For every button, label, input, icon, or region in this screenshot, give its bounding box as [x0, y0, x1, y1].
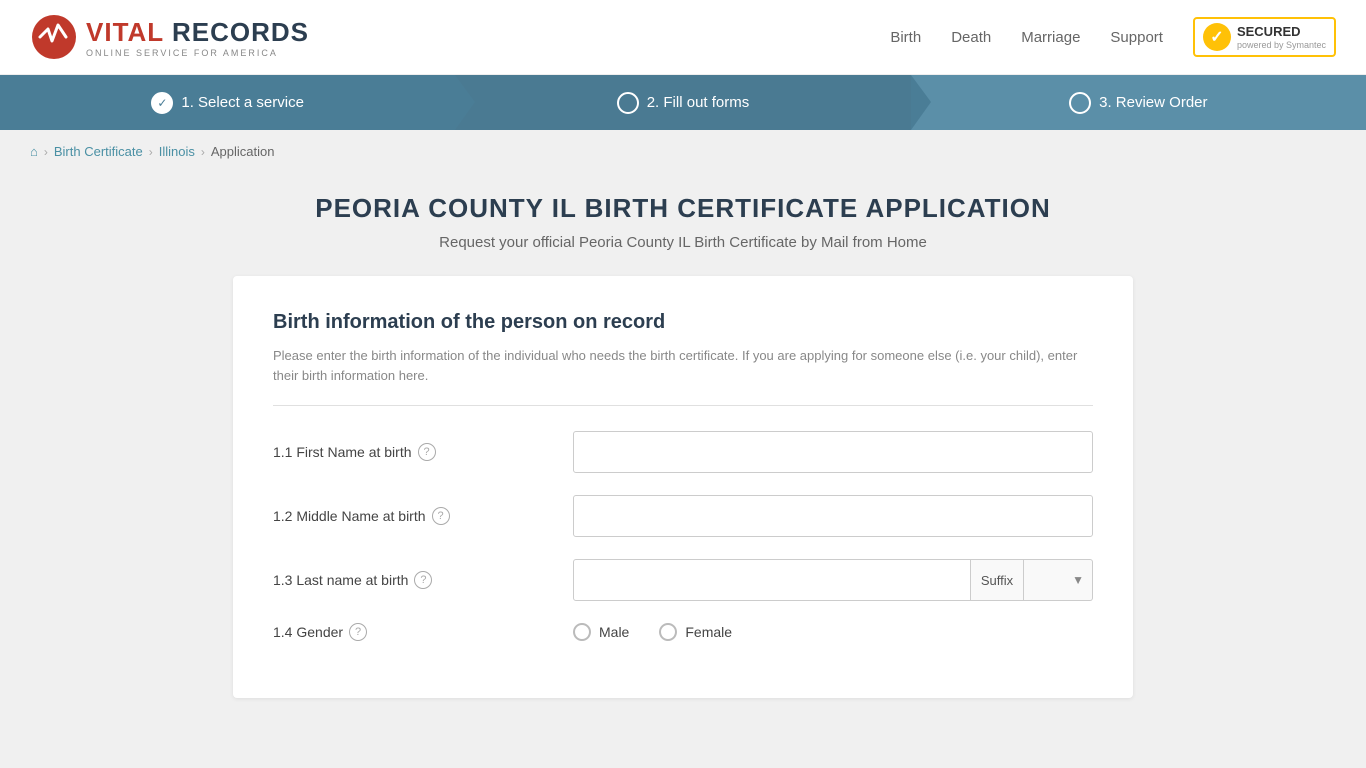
logo-icon	[30, 13, 78, 61]
suffix-label: Suffix	[971, 560, 1024, 600]
middle-name-input[interactable]	[573, 495, 1093, 537]
norton-badge: ✓ SECURED powered by Symantec	[1193, 17, 1336, 57]
breadcrumb: ⌂ › Birth Certificate › Illinois › Appli…	[0, 130, 1366, 173]
main-content: PEORIA COUNTY IL BIRTH CERTIFICATE APPLI…	[0, 173, 1366, 738]
home-icon[interactable]: ⌂	[30, 144, 38, 159]
section-title: Birth information of the person on recor…	[273, 311, 1093, 334]
page-title: PEORIA COUNTY IL BIRTH CERTIFICATE APPLI…	[30, 193, 1336, 224]
last-name-label: 1.3 Last name at birth ?	[273, 571, 553, 589]
nav-links: Birth Death Marriage Support ✓ SECURED p…	[890, 17, 1336, 57]
gender-female-label: Female	[685, 624, 732, 640]
nav-marriage[interactable]: Marriage	[1021, 29, 1080, 46]
last-name-row: 1.3 Last name at birth ? Suffix Jr Sr II…	[273, 559, 1093, 601]
gender-label: 1.4 Gender ?	[273, 623, 553, 641]
breadcrumb-birth-certificate[interactable]: Birth Certificate	[54, 144, 143, 159]
step-1-label: 1. Select a service	[181, 94, 304, 111]
breadcrumb-application: Application	[211, 144, 275, 159]
header: VITAL RECORDS ONLINE SERVICE FOR AMERICA…	[0, 0, 1366, 75]
step-2-circle-icon	[617, 92, 639, 114]
logo-text: VITAL RECORDS ONLINE SERVICE FOR AMERICA	[86, 17, 309, 58]
middle-name-label: 1.2 Middle Name at birth ?	[273, 507, 553, 525]
logo-vital: VITAL	[86, 17, 164, 47]
first-name-row: 1.1 First Name at birth ?	[273, 431, 1093, 473]
step-1-check-icon: ✓	[151, 92, 173, 114]
last-name-inputs: Suffix Jr Sr II III IV ▼	[573, 559, 1093, 601]
sep-3: ›	[201, 145, 205, 159]
step-2-label: 2. Fill out forms	[647, 94, 750, 111]
sep-2: ›	[149, 145, 153, 159]
norton-check-icon: ✓	[1203, 23, 1231, 51]
gender-male-radio[interactable]	[573, 623, 591, 641]
step-3-label: 3. Review Order	[1099, 94, 1207, 111]
page-subtitle: Request your official Peoria County IL B…	[30, 234, 1336, 251]
logo-subtitle: ONLINE SERVICE FOR AMERICA	[86, 48, 309, 58]
last-name-input[interactable]	[573, 559, 971, 601]
progress-bar: ✓ 1. Select a service 2. Fill out forms …	[0, 75, 1366, 130]
nav-birth[interactable]: Birth	[890, 29, 921, 46]
form-card: Birth information of the person on recor…	[233, 276, 1133, 698]
middle-name-help-icon[interactable]: ?	[432, 507, 450, 525]
gender-options: Male Female	[573, 623, 1093, 641]
first-name-input[interactable]	[573, 431, 1093, 473]
step-3-circle-icon	[1069, 92, 1091, 114]
nav-support[interactable]: Support	[1110, 29, 1163, 46]
progress-step-2[interactable]: 2. Fill out forms	[455, 75, 910, 130]
gender-male-label: Male	[599, 624, 629, 640]
gender-help-icon[interactable]: ?	[349, 623, 367, 641]
section-desc: Please enter the birth information of th…	[273, 346, 1093, 385]
suffix-select[interactable]: Jr Sr II III IV	[1024, 560, 1072, 600]
norton-text: SECURED powered by Symantec	[1237, 24, 1326, 51]
first-name-help-icon[interactable]: ?	[418, 443, 436, 461]
progress-step-1[interactable]: ✓ 1. Select a service	[0, 75, 455, 130]
middle-name-row: 1.2 Middle Name at birth ?	[273, 495, 1093, 537]
nav-death[interactable]: Death	[951, 29, 991, 46]
breadcrumb-illinois[interactable]: Illinois	[159, 144, 195, 159]
logo-area: VITAL RECORDS ONLINE SERVICE FOR AMERICA	[30, 13, 309, 61]
suffix-chevron-icon: ▼	[1072, 573, 1084, 587]
last-name-help-icon[interactable]: ?	[414, 571, 432, 589]
first-name-label: 1.1 First Name at birth ?	[273, 443, 553, 461]
gender-male-option[interactable]: Male	[573, 623, 629, 641]
progress-step-3[interactable]: 3. Review Order	[911, 75, 1366, 130]
gender-female-option[interactable]: Female	[659, 623, 732, 641]
section-divider	[273, 405, 1093, 406]
sep-1: ›	[44, 145, 48, 159]
logo-records: RECORDS	[172, 17, 309, 47]
logo-title: VITAL RECORDS	[86, 17, 309, 48]
gender-row: 1.4 Gender ? Male Female	[273, 623, 1093, 641]
suffix-group: Suffix Jr Sr II III IV ▼	[971, 559, 1093, 601]
gender-female-radio[interactable]	[659, 623, 677, 641]
